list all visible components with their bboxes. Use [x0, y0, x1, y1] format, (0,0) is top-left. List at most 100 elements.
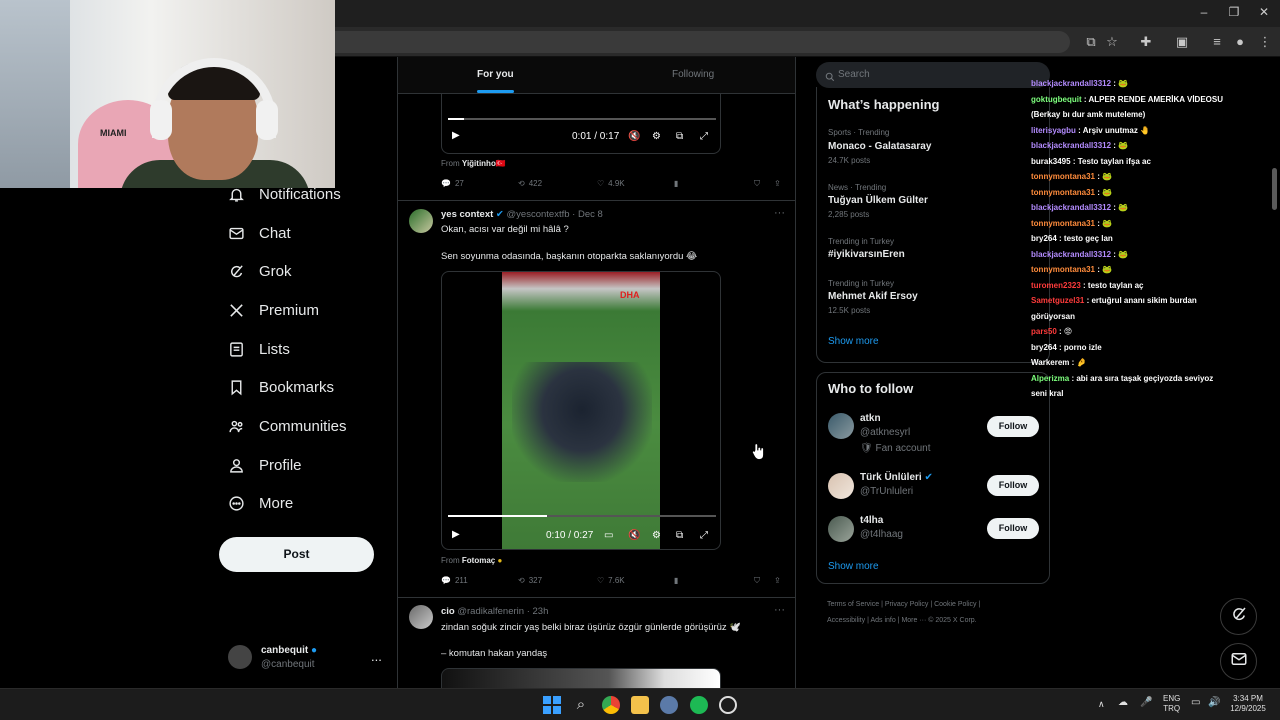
video-watermark: DHA	[620, 290, 640, 300]
bookmark-action-icon[interactable]: ⛉	[754, 179, 760, 189]
avatar[interactable]	[409, 605, 433, 629]
install-app-icon[interactable]: ⧉	[1082, 33, 1100, 51]
microphone-icon[interactable]: 🎤	[1140, 698, 1152, 708]
post-button[interactable]: Post	[219, 537, 374, 572]
video-progress-bar[interactable]	[448, 118, 716, 120]
reply-button[interactable]: 💬 27	[441, 179, 464, 188]
reply-button[interactable]: 💬 211	[441, 576, 468, 585]
spotify-icon[interactable]	[690, 696, 708, 714]
mute-icon[interactable]: 🔇	[628, 530, 640, 541]
share-icon[interactable]: ⇪	[774, 576, 781, 585]
follow-button[interactable]: Follow	[987, 475, 1039, 496]
tweet-video-player[interactable]: ▶ 0:01 / 0:17 🔇 ⚙ ⧉ ⤢	[441, 94, 721, 154]
sidebar-icon[interactable]: ▣	[1173, 33, 1191, 51]
more-dots-icon[interactable]: ...	[371, 649, 382, 664]
avatar[interactable]	[828, 473, 854, 499]
retweet-button[interactable]: ⟲ 327	[518, 576, 542, 585]
pip-icon[interactable]: ⧉	[676, 530, 683, 541]
suggestion-name[interactable]: t4lha	[860, 515, 883, 526]
fullscreen-icon[interactable]: ⤢	[700, 530, 708, 541]
like-button[interactable]: ♡ 7.6K	[597, 576, 625, 585]
volume-icon[interactable]: 🔊	[1208, 698, 1220, 708]
menu-dots-icon[interactable]: ⋮	[1256, 33, 1274, 51]
close-button[interactable]: ✕	[1254, 5, 1274, 19]
envelope-icon	[227, 224, 245, 242]
messages-fab-button[interactable]	[1220, 643, 1257, 680]
address-bar[interactable]	[335, 31, 1070, 53]
sidebar-item-chat[interactable]: Chat	[218, 214, 388, 253]
folder-icon[interactable]	[631, 696, 649, 714]
show-more-link[interactable]: Show more	[828, 561, 879, 572]
settings-icon[interactable]: ⚙	[652, 530, 661, 541]
search-input[interactable]: Search	[816, 62, 1050, 88]
tweet-more-icon[interactable]: ···	[774, 604, 785, 616]
profile-avatar-icon[interactable]: ●	[1231, 33, 1249, 51]
views-icon[interactable]: ▮	[674, 576, 678, 585]
chat-text: : porno izle	[1056, 342, 1102, 352]
account-switcher[interactable]: canbequit ● @canbequit ...	[228, 642, 388, 676]
views-icon[interactable]: ▮	[674, 179, 678, 188]
tray-app-icon[interactable]: ☁	[1118, 698, 1128, 708]
sidebar-item-premium[interactable]: Premium	[218, 291, 388, 330]
avatar[interactable]	[828, 516, 854, 542]
tweet-more-icon[interactable]: ···	[774, 207, 785, 219]
sidebar-item-label: Communities	[259, 417, 347, 435]
tab-for-you[interactable]: For you	[477, 69, 514, 80]
windows-start-icon[interactable]	[543, 696, 561, 714]
fullscreen-icon[interactable]: ⤢	[700, 131, 708, 142]
page-scrollbar[interactable]	[1272, 168, 1277, 210]
grok-fab-button[interactable]	[1220, 598, 1257, 635]
tweet-author-name[interactable]: cio	[441, 606, 455, 617]
restore-button[interactable]: ❐	[1224, 5, 1244, 19]
footer-link-row[interactable]: Accessibility | Ads info | More ··· © 20…	[827, 613, 1047, 629]
suggestion-name[interactable]: Türk Ünlüleri ✔	[860, 472, 933, 483]
footer-link-row[interactable]: Terms of Service | Privacy Policy | Cook…	[827, 597, 1047, 613]
media-source-name[interactable]: Yiğitinho🇹🇷	[462, 159, 506, 168]
avatar[interactable]	[828, 413, 854, 439]
tweet-image[interactable]	[441, 668, 721, 688]
play-icon[interactable]: ▶	[452, 130, 460, 141]
search-icon[interactable]: ⌕	[572, 696, 590, 714]
chrome-icon[interactable]	[602, 696, 620, 714]
language-indicator[interactable]: ENG TRQ	[1163, 694, 1180, 714]
captions-icon[interactable]: ▭	[604, 530, 613, 541]
video-progress-bar[interactable]	[448, 515, 716, 517]
bookmark-star-icon[interactable]: ☆	[1103, 33, 1121, 51]
suggestion-name[interactable]: atkn	[860, 413, 881, 424]
follow-button[interactable]: Follow	[987, 416, 1039, 437]
sidebar-item-more[interactable]: More	[218, 485, 388, 524]
sidebar-item-profile[interactable]: Profile	[218, 446, 388, 485]
pip-icon[interactable]: ⧉	[676, 131, 683, 142]
sidebar-item-communities[interactable]: Communities	[218, 407, 388, 446]
tweet-author-handle[interactable]: @radikalfenerin	[457, 606, 524, 617]
chat-message: pars50 : 😡	[1031, 324, 1231, 340]
like-button[interactable]: ♡ 4.9K	[597, 179, 625, 188]
show-more-link[interactable]: Show more	[828, 336, 879, 347]
monitor-icon[interactable]: ▭	[1191, 698, 1200, 708]
tray-chevron-icon[interactable]: ∧	[1098, 699, 1105, 709]
minimize-button[interactable]: –	[1194, 5, 1214, 19]
settings-gear-icon[interactable]	[660, 696, 678, 714]
tweet-author-handle[interactable]: @yescontextfb	[507, 209, 570, 220]
play-icon[interactable]: ▶	[452, 529, 460, 540]
retweet-button[interactable]: ⟲ 422	[518, 179, 542, 188]
sidebar-item-lists[interactable]: Lists	[218, 330, 388, 369]
media-icon[interactable]: ≡	[1208, 33, 1226, 51]
tweet-author-name[interactable]: yes context	[441, 209, 493, 220]
tab-following[interactable]: Following	[672, 69, 714, 80]
follow-button[interactable]: Follow	[987, 518, 1039, 539]
tweet-video-player[interactable]: DHA ▶ 0:10 / 0:27 ▭ 🔇 ⚙ ⧉ ⤢	[441, 271, 721, 550]
sidebar-item-bookmarks[interactable]: Bookmarks	[218, 368, 388, 407]
extensions-icon[interactable]: ✚	[1137, 33, 1155, 51]
mute-icon[interactable]: 🔇	[628, 131, 640, 142]
media-source-name[interactable]: Fotomaç	[462, 556, 495, 565]
avatar[interactable]	[409, 209, 433, 233]
clock[interactable]: 3:34 PM 12/9/2025	[1226, 694, 1270, 714]
sidebar-item-grok[interactable]: Grok	[218, 252, 388, 291]
tweet-time[interactable]: · Dec 8	[572, 209, 603, 220]
tweet-time[interactable]: · 23h	[527, 606, 549, 617]
bookmark-action-icon[interactable]: ⛉	[754, 576, 760, 586]
share-icon[interactable]: ⇪	[774, 179, 781, 188]
obs-icon[interactable]	[719, 696, 737, 714]
settings-icon[interactable]: ⚙	[652, 131, 661, 142]
